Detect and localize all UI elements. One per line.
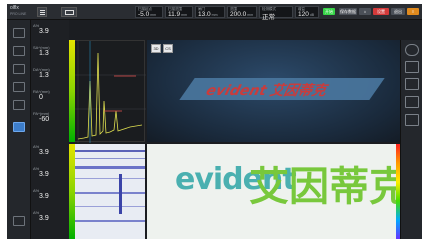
brand-logo: olflx: [10, 5, 19, 11]
c-scan-view[interactable]: evident 艾因蒂克: [147, 144, 400, 239]
a-scan-scale: [69, 40, 75, 142]
reading-item: A% 3.9: [33, 144, 49, 156]
device-screen: olflx PRO LINE 扫描起点 -5.0mm 扫描范围 11.9mm 闸…: [7, 4, 422, 239]
param-value: 200.0mm: [230, 11, 254, 18]
b-scan-view[interactable]: [69, 144, 145, 239]
left-nav: [7, 20, 31, 239]
reading-item: A% 3.9: [33, 23, 49, 35]
reading-item: A% 3.9: [33, 166, 49, 178]
a-scan-waveform: [70, 41, 146, 143]
start-badge[interactable]: 开始: [323, 8, 335, 15]
reading-item: DA^(mm) 1.3: [33, 67, 50, 79]
export-icon[interactable]: [405, 96, 419, 108]
exit-button[interactable]: 退出: [391, 8, 405, 15]
plate-relief-text: evident 艾因蒂克: [202, 83, 331, 99]
layout-icon[interactable]: [61, 7, 77, 17]
reading-item: RA^(mm) 0: [33, 89, 50, 101]
c-scan-color-scale: [396, 144, 400, 239]
three-d-view[interactable]: 3D CS evident 艾因蒂克: [147, 40, 400, 142]
cloud-icon[interactable]: [405, 61, 419, 73]
brand-subtitle: PRO LINE: [10, 12, 27, 16]
b-scan-image: [75, 144, 145, 239]
param-scan-range[interactable]: 扫描范围 11.9mm: [165, 6, 193, 18]
home-icon[interactable]: [13, 28, 25, 38]
probe-icon[interactable]: [13, 82, 25, 92]
reading-item: A% 3.9: [33, 210, 49, 222]
settings-badge[interactable]: 设置: [373, 8, 389, 15]
right-toolbar: [400, 40, 422, 239]
param-mode[interactable]: 检测模式 正常: [259, 6, 293, 21]
gate-icon[interactable]: [13, 100, 25, 110]
save-icon[interactable]: [405, 78, 419, 90]
param-scan-start[interactable]: 扫描起点 -5.0mm: [135, 6, 163, 18]
layers-icon[interactable]: [13, 46, 25, 56]
readings-panel: A% 3.9 SA^(mm) 1.3 DA^(mm) 1.3 RA^(mm) 0 PA^…: [31, 20, 69, 239]
c-scan-chinese-text: 艾因蒂克: [249, 164, 400, 210]
top-bar: olflx PRO LINE 扫描起点 -5.0mm 扫描范围 11.9mm 闸…: [7, 4, 422, 21]
reading-item: A% 3.9: [33, 188, 49, 200]
b-scan-scale: [69, 144, 75, 239]
menu-button[interactable]: ≡: [407, 8, 419, 15]
a-scan-view[interactable]: [69, 40, 146, 143]
param-value: 正常: [262, 14, 275, 21]
record-icon[interactable]: [405, 44, 419, 56]
display-icon[interactable]: [13, 122, 25, 132]
zoom-icon[interactable]: [405, 114, 419, 126]
trash-icon[interactable]: [13, 216, 25, 226]
param-value: 120dB: [298, 11, 315, 18]
reading-item: SA^(mm) 1.3: [33, 45, 50, 57]
home-button[interactable]: ⌂: [359, 8, 371, 15]
param-value: 11.9mm: [168, 11, 188, 18]
tab-3d[interactable]: 3D: [151, 44, 161, 53]
param-value: -5.0mm: [138, 11, 157, 18]
reading-item: PA^(mm) -60: [33, 111, 50, 123]
param-range[interactable]: 范围 200.0mm: [227, 6, 257, 18]
menu-icon[interactable]: [37, 7, 47, 17]
folder-icon[interactable]: [13, 64, 25, 74]
param-gate[interactable]: 闸门 13.0mm: [195, 6, 225, 18]
param-gain[interactable]: 增益 120dB: [295, 6, 319, 18]
save-data-button[interactable]: 保存数据: [339, 8, 357, 15]
tab-cs[interactable]: CS: [163, 44, 173, 53]
param-value: 13.0mm: [198, 11, 218, 18]
